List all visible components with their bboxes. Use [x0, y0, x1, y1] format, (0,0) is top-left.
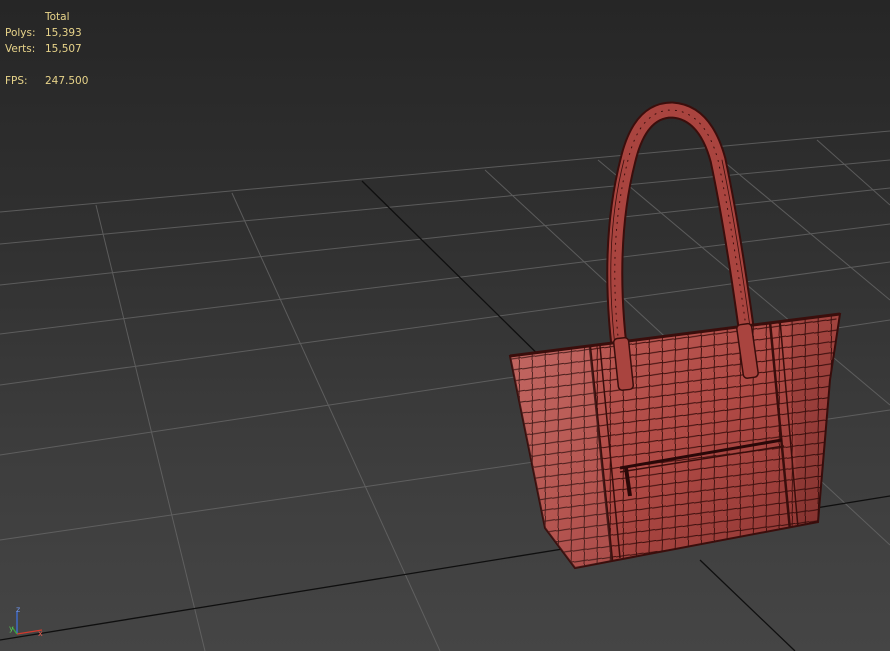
viewport-canvas[interactable]: z y x	[0, 0, 890, 651]
fps-value: 247.500	[45, 75, 89, 87]
handbag-mesh[interactable]	[484, 101, 866, 600]
gizmo-z-label: z	[16, 605, 20, 614]
fps-label: FPS:	[5, 75, 28, 87]
stats-header: Total	[45, 11, 70, 23]
polys-label: Polys:	[5, 27, 36, 39]
perspective-viewport[interactable]: z y x Total Polys: 15,393 Verts: 15,507 …	[0, 0, 890, 651]
gizmo-y-label: y	[9, 624, 14, 633]
verts-label: Verts:	[5, 43, 36, 55]
gizmo-x-label: x	[38, 629, 43, 638]
polys-value: 15,393	[45, 27, 82, 39]
xyz-axis-gizmo-icon: z y x	[9, 605, 43, 638]
verts-value: 15,507	[45, 43, 82, 55]
